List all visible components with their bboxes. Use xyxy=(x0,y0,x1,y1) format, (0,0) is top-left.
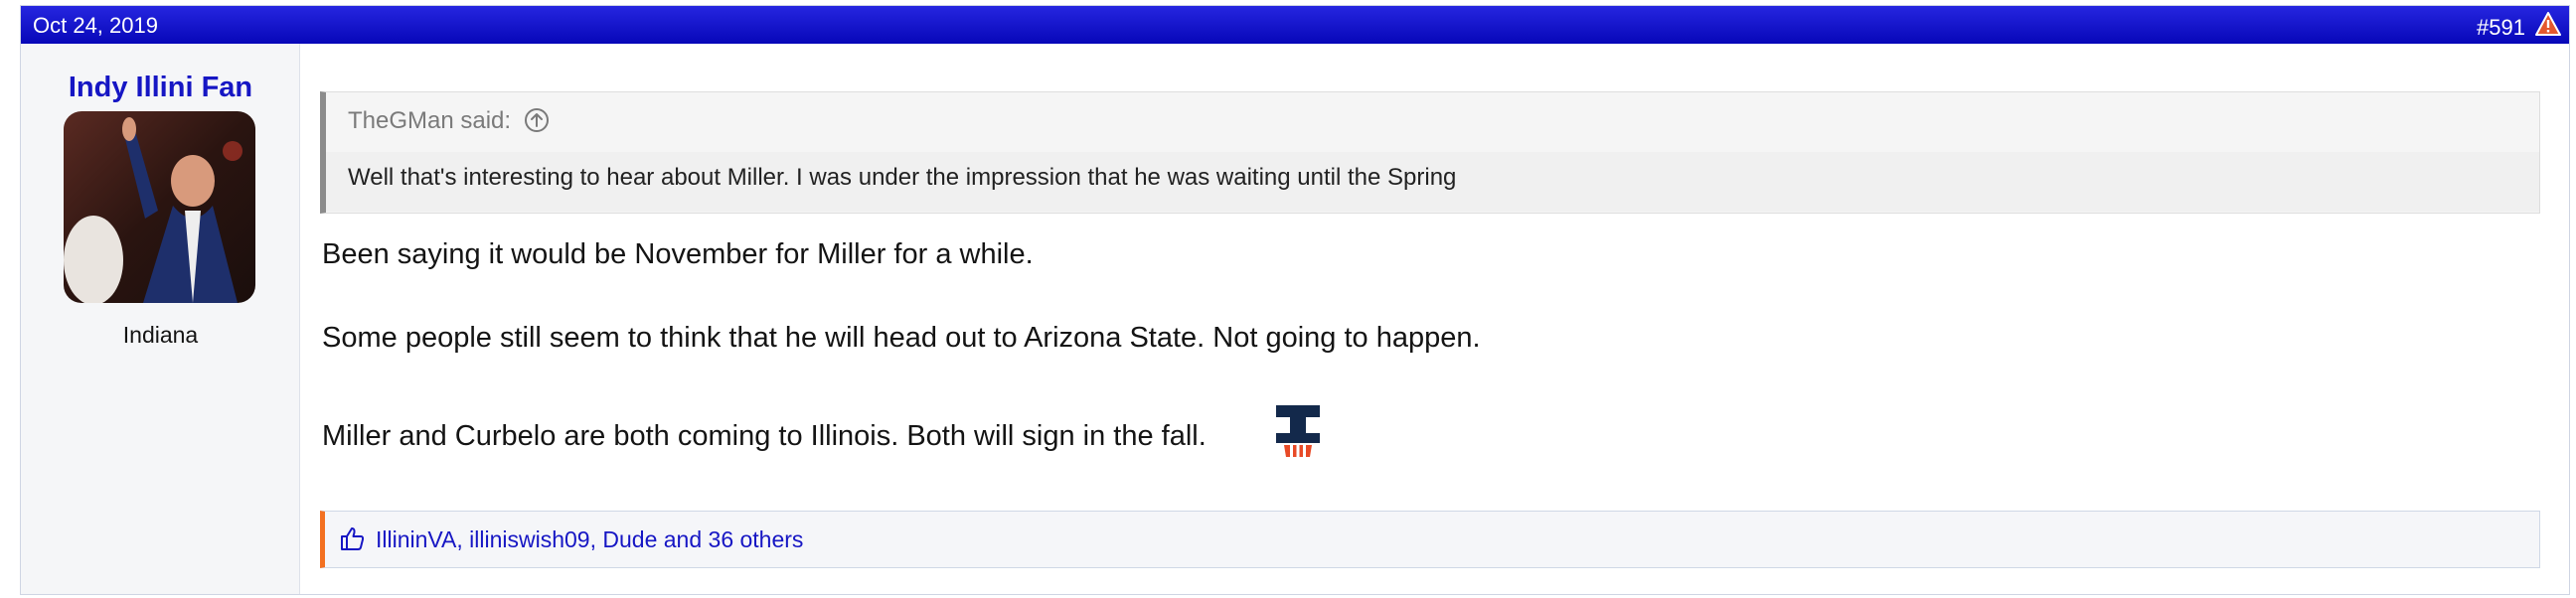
illini-block-i-icon xyxy=(1276,405,1320,457)
forum-post: Oct 24, 2019 #591 Indy Illini Fan Indian… xyxy=(20,5,2570,595)
post-paragraph: Miller and Curbelo are both coming to Il… xyxy=(322,420,1207,452)
quote-author[interactable]: TheGMan said: xyxy=(348,107,511,134)
quote-block: TheGMan said: Well that's interesting to… xyxy=(320,91,2540,214)
quote-header[interactable]: TheGMan said: xyxy=(348,107,550,135)
post-header: Oct 24, 2019 #591 xyxy=(21,6,2569,44)
post-paragraph: Been saying it would be November for Mil… xyxy=(322,238,1034,270)
reaction-bar[interactable]: IllininVA, illiniswish09, Dude and 36 ot… xyxy=(320,511,2540,568)
post-number[interactable]: #591 xyxy=(2477,15,2525,41)
username[interactable]: Indy Illini Fan xyxy=(21,72,300,104)
arrow-up-circle-icon[interactable] xyxy=(524,107,550,133)
user-location: Indiana xyxy=(122,322,199,348)
post-content: TheGMan said: Well that's interesting to… xyxy=(320,44,2569,594)
warning-triangle-icon[interactable] xyxy=(2535,11,2561,37)
quote-body: Well that's interesting to hear about Mi… xyxy=(326,152,2539,212)
reaction-users[interactable]: IllininVA, illiniswish09, Dude and 36 ot… xyxy=(376,526,803,553)
user-sidebar: Indy Illini Fan Indiana xyxy=(21,44,300,594)
quote-text: Well that's interesting to hear about Mi… xyxy=(348,164,1457,191)
post-paragraph: Some people still seem to think that he … xyxy=(322,322,1481,354)
avatar[interactable] xyxy=(64,111,255,303)
thumbs-up-icon[interactable] xyxy=(339,525,365,551)
post-date[interactable]: Oct 24, 2019 xyxy=(33,13,158,39)
avatar-image xyxy=(64,111,255,303)
